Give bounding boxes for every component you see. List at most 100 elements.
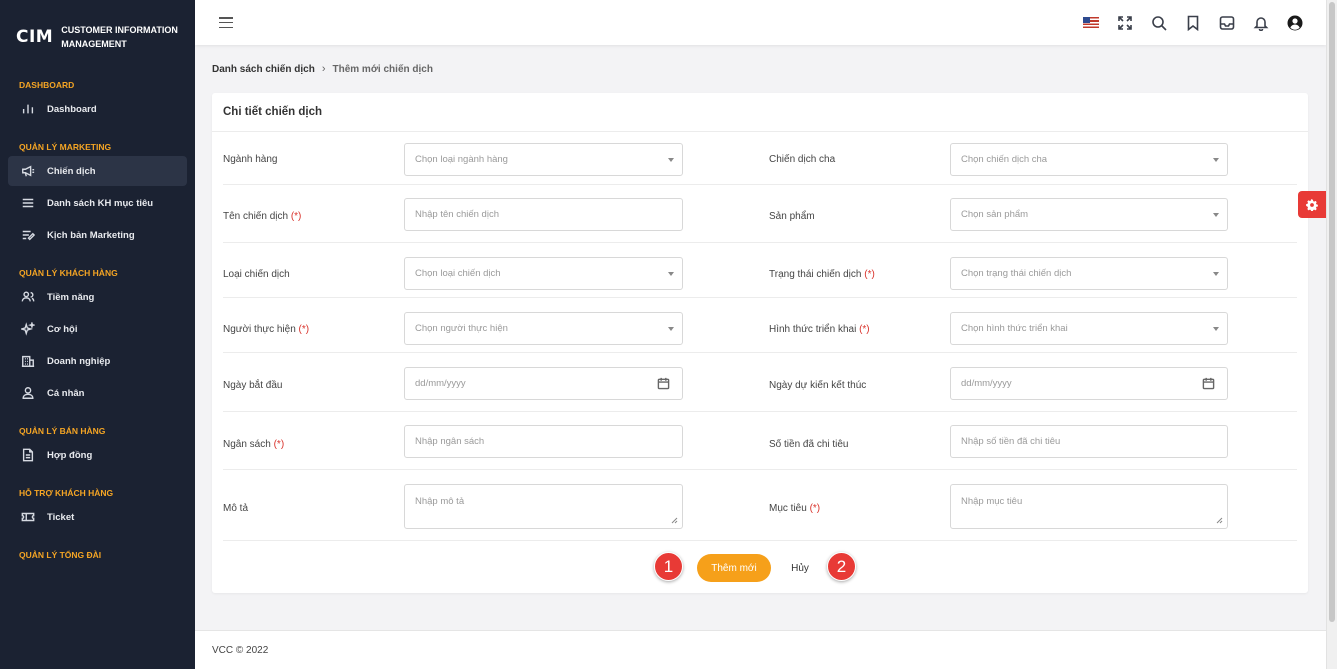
top-bar (195, 0, 1326, 45)
sidebar-item-dashboard[interactable]: Dashboard (8, 94, 187, 124)
footer: VCC © 2022 (195, 630, 1326, 669)
settings-gear-icon[interactable] (1298, 191, 1326, 218)
sidebar-item-label: Tiềm năng (47, 291, 95, 303)
amount-spent-input[interactable]: Nhập số tiền đã chi tiêu (950, 425, 1228, 458)
annotation-marker-2: 2 (827, 552, 856, 581)
sidebar-item-label: Danh sách KH mục tiêu (47, 197, 154, 209)
section-title-tong-dai: QUẢN LÝ TỔNG ĐÀI (19, 550, 102, 560)
sidebar-item-label: Hợp đồng (47, 449, 93, 461)
campaign-status-label: Trạng thái chiến dịch (*) (769, 269, 875, 280)
form-row: Ngày bắt đầu dd/mm/yyyy Ngày dự kiến kết… (223, 353, 1297, 412)
chevron-down-icon (1213, 213, 1219, 217)
brand[interactable]: CIM CUSTOMER INFORMATION MANAGEMENT (0, 0, 195, 74)
brand-logo: CIM (16, 27, 54, 47)
sidebar-item-label: Kịch bản Marketing (47, 229, 135, 241)
sidebar-item-label: Cá nhân (47, 387, 85, 399)
user-icon (20, 385, 36, 401)
bookmark-icon[interactable] (1184, 14, 1202, 32)
end-date-input[interactable]: dd/mm/yyyy (950, 367, 1228, 400)
industry-label: Ngành hàng (223, 154, 278, 165)
form-row: Ngân sách (*) Nhập ngân sách Số tiền đã … (223, 412, 1297, 470)
end-date-label: Ngày dự kiến kết thúc (769, 380, 867, 391)
product-label: Sản phẩm (769, 211, 815, 222)
form-row: Mô tả Nhập mô tả Mục tiêu (*) Nhập mục t… (223, 470, 1297, 541)
industry-select[interactable]: Chọn loại ngành hàng (404, 143, 683, 176)
sidebar-item-co-hoi[interactable]: Cơ hội (8, 314, 187, 344)
account-icon[interactable] (1286, 14, 1304, 32)
card-title: Chi tiết chiến dịch (212, 93, 1308, 132)
campaign-type-select[interactable]: Chọn loại chiến dịch (404, 257, 683, 290)
description-textarea[interactable]: Nhập mô tả (404, 484, 683, 529)
hamburger-menu-icon[interactable] (219, 17, 233, 28)
fullscreen-icon[interactable] (1116, 14, 1134, 32)
cancel-button[interactable]: Hủy (782, 554, 818, 582)
parent-campaign-label: Chiến dịch cha (769, 154, 836, 165)
calendar-icon[interactable] (657, 377, 670, 390)
sidebar-item-label: Cơ hội (47, 323, 78, 335)
sidebar-item-label: Ticket (47, 511, 75, 523)
calendar-icon[interactable] (1202, 377, 1215, 390)
chevron-down-icon (1213, 327, 1219, 331)
search-icon[interactable] (1150, 14, 1168, 32)
chevron-right-icon: › (321, 63, 326, 75)
users-icon (20, 289, 36, 305)
sidebar: CIM CUSTOMER INFORMATION MANAGEMENT DASH… (0, 0, 195, 669)
campaign-name-input[interactable]: Nhập tên chiến dịch (404, 198, 683, 231)
chevron-down-icon (1213, 272, 1219, 276)
budget-input[interactable]: Nhập ngân sách (404, 425, 683, 458)
objective-textarea[interactable]: Nhập mục tiêu (950, 484, 1228, 529)
amount-spent-label: Số tiền đã chi tiêu (769, 439, 849, 450)
scrollbar-thumb[interactable] (1329, 2, 1335, 622)
start-date-label: Ngày bắt đầu (223, 380, 283, 391)
budget-label: Ngân sách (*) (223, 439, 285, 450)
assignee-select[interactable]: Chọn người thực hiện (404, 312, 683, 345)
campaign-status-select[interactable]: Chọn trạng thái chiến dịch (950, 257, 1228, 290)
brand-name: CUSTOMER INFORMATION MANAGEMENT (61, 25, 178, 49)
sidebar-item-tiem-nang[interactable]: Tiềm năng (8, 282, 187, 312)
sidebar-item-doanh-nghiep[interactable]: Doanh nghiệp (8, 346, 187, 376)
footer-copyright: VCC © 2022 (212, 644, 269, 656)
objective-label: Mục tiêu (*) (769, 503, 821, 514)
page-scrollbar[interactable] (1326, 0, 1337, 669)
bar-chart-icon (20, 101, 36, 117)
bell-icon[interactable] (1252, 14, 1270, 32)
sparkle-icon (20, 321, 36, 337)
campaign-type-label: Loại chiến dịch (223, 269, 290, 280)
form-row: Loại chiến dịch Chọn loại chiến dịch Trạ… (223, 243, 1297, 298)
ticket-icon (20, 509, 36, 525)
chevron-down-icon (668, 158, 674, 162)
inbox-icon[interactable] (1218, 14, 1236, 32)
sidebar-item-danh-sach-kh[interactable]: Danh sách KH mục tiêu (8, 188, 187, 218)
sidebar-item-label: Doanh nghiệp (47, 355, 111, 367)
header-icons (1082, 14, 1304, 32)
parent-campaign-select[interactable]: Chọn chiến dịch cha (950, 143, 1228, 176)
campaign-name-label: Tên chiến dịch (*) (223, 211, 302, 222)
section-title-dashboard: DASHBOARD (19, 80, 75, 90)
section-title-marketing: QUẢN LÝ MARKETING (19, 142, 112, 152)
sidebar-item-hop-dong[interactable]: Hợp đồng (8, 440, 187, 470)
breadcrumb-campaign-list[interactable]: Danh sách chiến dịch (212, 64, 315, 75)
description-label: Mô tả (223, 503, 249, 514)
resize-handle-icon[interactable] (1216, 517, 1223, 524)
us-flag-icon[interactable] (1082, 14, 1100, 32)
sidebar-item-chien-dich[interactable]: Chiến dịch (8, 156, 187, 186)
section-title-ban-hang: QUẢN LÝ BÁN HÀNG (19, 426, 106, 436)
form-row: Ngành hàng Chọn loại ngành hàng Chiến dị… (223, 132, 1297, 185)
deployment-form-label: Hình thức triển khai (*) (769, 324, 870, 335)
sidebar-item-ca-nhan[interactable]: Cá nhân (8, 378, 187, 408)
add-new-button[interactable]: Thêm mới (697, 554, 771, 582)
breadcrumb-current: Thêm mới chiến dịch (332, 63, 433, 75)
assignee-label: Người thực hiện (*) (223, 324, 310, 335)
start-date-input[interactable]: dd/mm/yyyy (404, 367, 683, 400)
sidebar-item-ticket[interactable]: Ticket (8, 502, 187, 532)
sidebar-item-label: Chiến dịch (47, 165, 96, 177)
list-icon (20, 195, 36, 211)
deployment-form-select[interactable]: Chọn hình thức triển khai (950, 312, 1228, 345)
sidebar-item-label: Dashboard (47, 103, 97, 115)
document-icon (20, 447, 36, 463)
sidebar-item-kich-ban[interactable]: Kịch bản Marketing (8, 220, 187, 250)
resize-handle-icon[interactable] (671, 517, 678, 524)
form-actions: 1 Thêm mới Hủy 2 (212, 548, 1308, 588)
chevron-down-icon (668, 272, 674, 276)
product-select[interactable]: Chọn sản phẩm (950, 198, 1228, 231)
